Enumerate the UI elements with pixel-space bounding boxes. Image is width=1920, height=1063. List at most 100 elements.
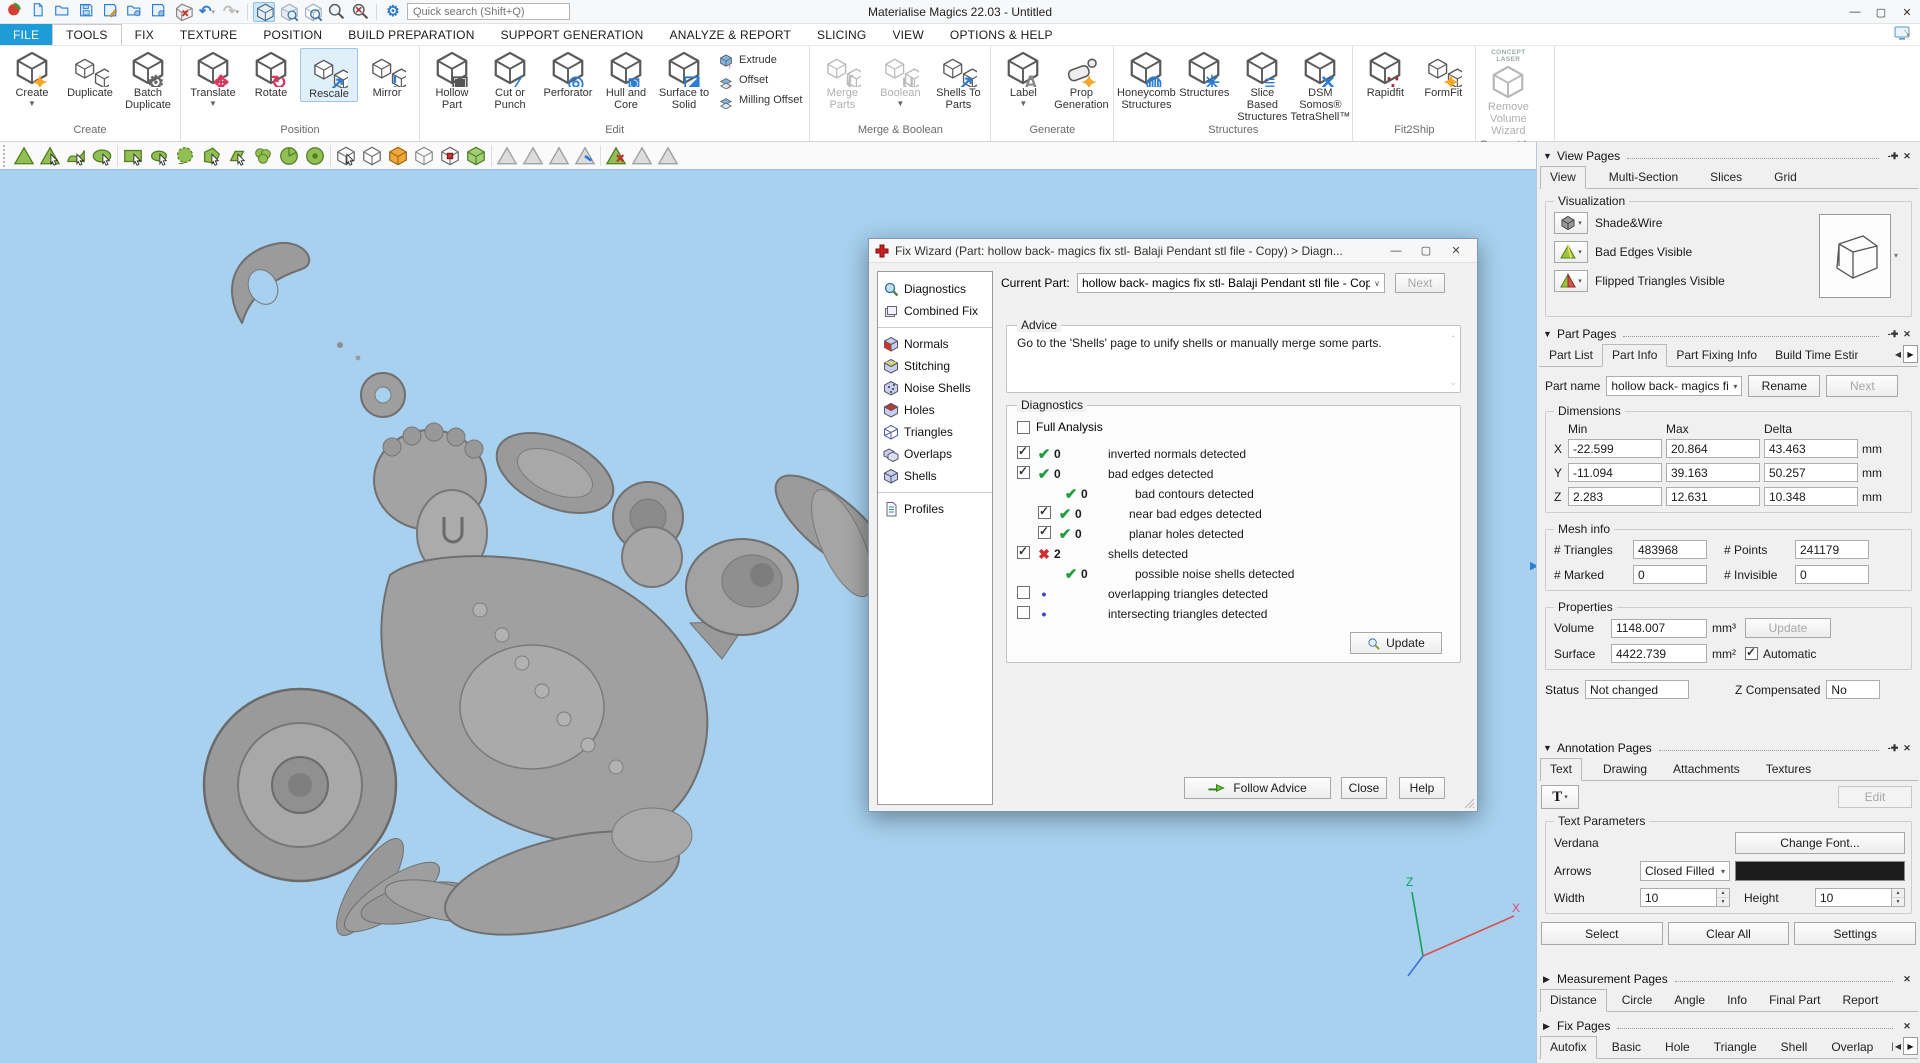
select-part-icon[interactable] [333,143,359,169]
fix-page-shells[interactable]: Shells [878,465,992,487]
ribbon-button-hollow-part[interactable]: ▣ Hollow Part [423,48,481,112]
spin-up-icon[interactable]: ▲ [1717,889,1729,898]
tab-basic[interactable]: Basic [1603,1037,1650,1058]
tab-distance[interactable]: Distance [1540,989,1607,1012]
tab-scroll-left-icon[interactable]: ◀ [1895,1042,1901,1051]
menu-position[interactable]: POSITION [250,24,335,45]
update-button[interactable]: Update [1350,632,1442,654]
mark-shell-icon[interactable] [89,143,115,169]
checkbox[interactable] [1038,506,1051,519]
chevron-down-icon[interactable]: ▾ [1894,251,1898,260]
collapse-icon[interactable]: ▶ [1543,1021,1557,1032]
bad-edges-dropdown[interactable]: ▾ [1554,241,1588,263]
app-logo-icon[interactable] [4,2,26,22]
checkbox[interactable] [1038,526,1051,539]
fix-page-holes[interactable]: Holes [878,399,992,421]
ribbon-button-shells-to-parts[interactable]: ↗ Shells To Parts [929,48,987,112]
ribbon-button-surface-to-solid[interactable]: ◪ Surface to Solid [655,48,713,112]
arrow-color-swatch[interactable] [1735,861,1905,881]
menu-build-preparation[interactable]: BUILD PREPARATION [335,24,487,45]
settings-gears-icon[interactable]: ⚙ [382,2,404,22]
maximize-button[interactable]: ▢ [1868,0,1894,24]
tab-slices[interactable]: Slices [1701,167,1751,188]
zoom-in-icon[interactable] [325,2,347,22]
height-value[interactable]: 10 [1815,888,1891,907]
new-project-icon[interactable] [28,2,50,22]
unmark-surface-icon[interactable] [546,143,572,169]
dialog-maximize-button[interactable]: ▢ [1411,240,1441,262]
menu-support-generation[interactable]: SUPPORT GENERATION [488,24,657,45]
close-icon[interactable]: ✕ [1900,742,1914,754]
z-min-field[interactable]: 2.283 [1568,487,1662,506]
update-volume-button[interactable]: Update [1745,618,1831,638]
scroll-up-icon[interactable]: ⌃ [1449,334,1457,345]
tab-view[interactable]: View [1540,166,1586,189]
checkbox[interactable] [1017,546,1030,559]
dialog-minimize-button[interactable]: — [1381,240,1411,262]
freeform-selection-icon[interactable] [172,143,198,169]
select-ghost-icon[interactable] [411,143,437,169]
save-as-icon[interactable] [100,2,122,22]
spin-down-icon[interactable]: ▼ [1892,898,1904,906]
pin-icon[interactable]: -✚ [1886,328,1900,340]
tab-angle[interactable]: Angle [1665,990,1714,1011]
sector-mark-icon[interactable] [276,143,302,169]
close-icon[interactable]: ✕ [1900,973,1914,985]
collapse-icon[interactable]: ▼ [1543,329,1557,339]
zoom-to-part-icon[interactable] [253,2,275,22]
text-tool-dropdown[interactable]: T ▾ [1541,785,1579,809]
ribbon-button-honeycomb-structures[interactable]: ◍ Honeycomb Structures [1117,48,1175,112]
follow-advice-button[interactable]: Follow Advice [1184,777,1331,799]
ribbon-button-formfit[interactable]: ✦ FormFit [1414,48,1472,100]
ribbon-button-dsm-somos-tetrashell-[interactable]: ✕ DSM Somos® TetraShell™ [1291,48,1349,124]
change-font-button[interactable]: Change Font... [1735,832,1905,854]
ribbon-button-structures[interactable]: ✳ Structures [1175,48,1233,100]
ribbon-button-merge-parts[interactable]: { Merge Parts [813,48,871,112]
tab-shell[interactable]: Shell [1772,1037,1817,1058]
ribbon-button-rotate[interactable]: ↻ Rotate [242,48,300,100]
help-button[interactable]: Help [1399,777,1445,799]
menu-file[interactable]: FILE [0,24,52,45]
tab-triangle[interactable]: Triangle [1705,1037,1766,1058]
zoom-out-icon[interactable] [349,2,371,22]
fix-page-profiles[interactable]: Profiles [878,498,992,520]
fix-page-noise-shells[interactable]: Noise Shells [878,377,992,399]
mark-triangles-cursor-icon[interactable] [37,143,63,169]
unmark-plane-icon[interactable] [520,143,546,169]
close-button[interactable]: ✕ [1894,0,1920,24]
delete-marked-icon[interactable] [603,143,629,169]
view-orientation-preview[interactable] [1819,214,1891,298]
close-icon[interactable]: ✕ [1900,150,1914,162]
menu-texture[interactable]: TEXTURE [167,24,250,45]
save-icon[interactable] [76,2,98,22]
flipped-triangles-dropdown[interactable]: ▾ [1554,270,1588,292]
fix-page-stitching[interactable]: Stitching [878,355,992,377]
automatic-checkbox[interactable] [1745,647,1758,660]
tab-overlap[interactable]: Overlap [1822,1037,1882,1058]
tab-final-part[interactable]: Final Part [1760,990,1829,1011]
tab-hole[interactable]: Hole [1656,1037,1699,1058]
width-value[interactable]: 10 [1640,888,1716,907]
height-stepper[interactable]: 10 ▲▼ [1815,888,1905,907]
y-min-field[interactable]: -11.094 [1568,463,1662,482]
z-delta-field[interactable]: 10.348 [1764,487,1858,506]
menu-options-help[interactable]: OPTIONS & HELP [937,24,1066,45]
fix-page-normals[interactable]: Normals [878,333,992,355]
load-platform-icon[interactable] [124,2,146,22]
undo-icon[interactable]: ↶▾ [196,2,218,22]
menu-tools[interactable]: TOOLS [52,24,121,45]
mark-triangle-icon[interactable] [11,143,37,169]
mark-surface-icon[interactable] [63,143,89,169]
collapse-icon[interactable]: ▼ [1543,743,1557,753]
remove-part-icon[interactable] [172,2,194,22]
fix-pages-header[interactable]: ▶ Fix Pages ✕ [1539,1017,1918,1035]
capture-screenshot-icon[interactable] [1894,26,1912,42]
select-window-icon[interactable] [359,143,385,169]
ribbon-button-batch-duplicate[interactable]: ⚙ Batch Duplicate [119,48,177,112]
ribbon-button-rescale[interactable]: ↗ Rescale [300,48,358,102]
tab-scroll-left-icon[interactable]: ◀ [1895,350,1901,359]
current-part-dropdown[interactable]: hollow back- magics fix stl- Balaji Pend… [1077,273,1385,293]
checkbox[interactable] [1017,446,1030,459]
tab-attachments[interactable]: Attachments [1664,759,1749,780]
menu-fix[interactable]: FIX [122,24,167,45]
